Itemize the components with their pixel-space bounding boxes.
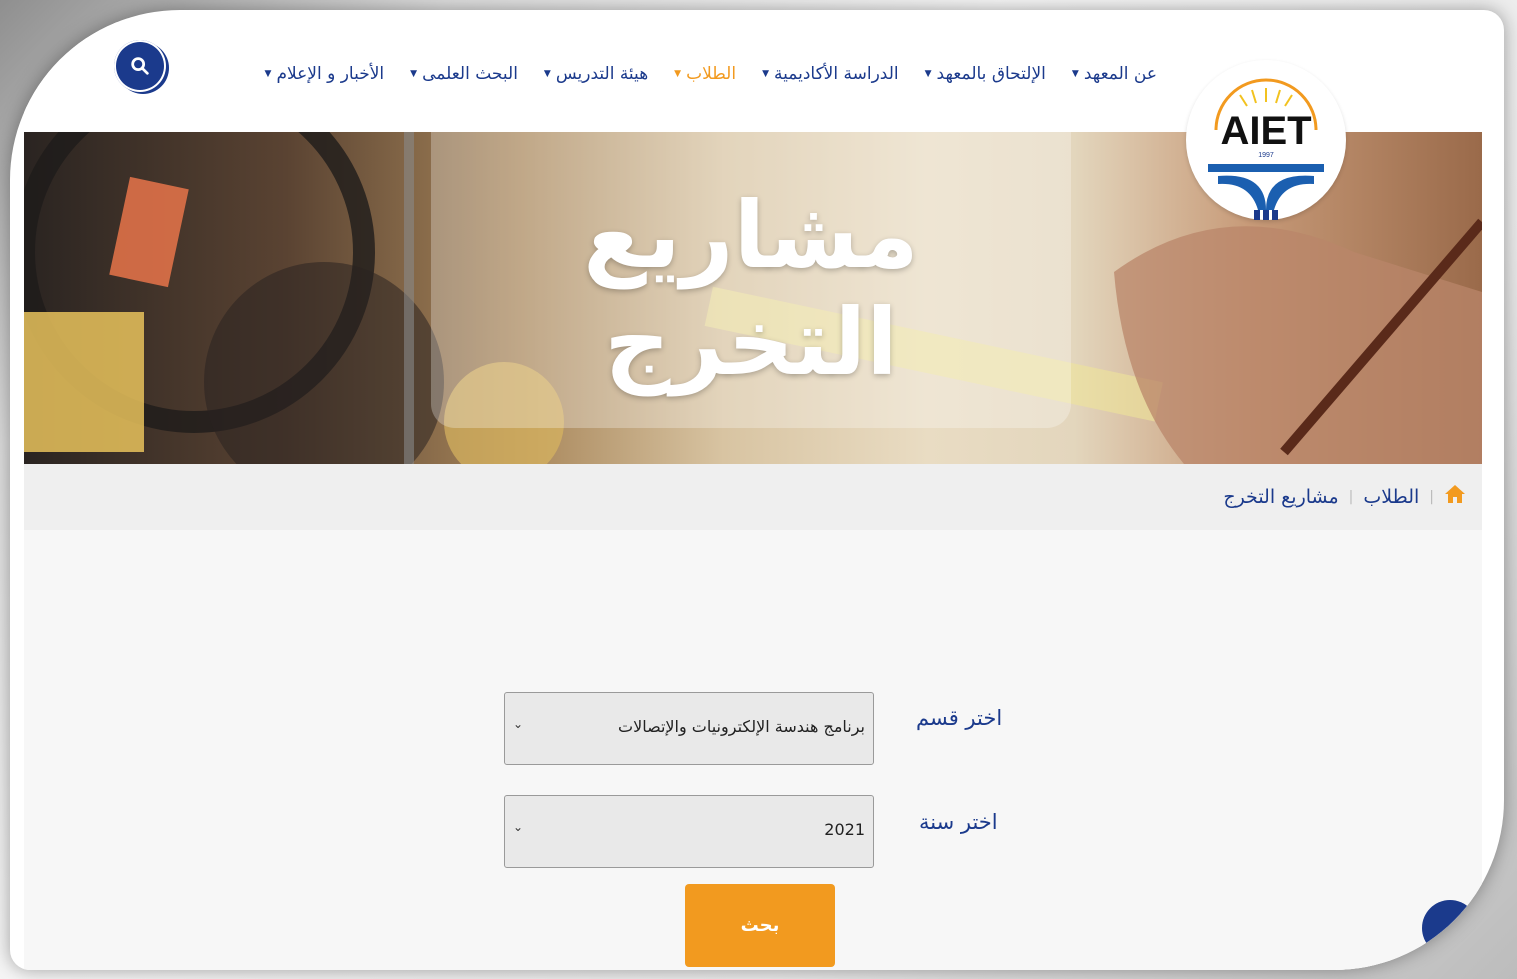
search-form-area: اختر قسم برنامج هندسة الإلكترونيات والإت… [24, 530, 1482, 970]
nav-item-faculty[interactable]: هيئة التدريس ▼ [544, 64, 648, 84]
nav-item-academics[interactable]: الدراسة الأكاديمية ▼ [762, 64, 899, 84]
breadcrumb-separator: | [1429, 488, 1434, 505]
nav-label: الدراسة الأكاديمية [774, 64, 899, 84]
home-icon[interactable] [1444, 484, 1466, 509]
chevron-down-icon: ⌄ [513, 717, 524, 731]
nav-item-students[interactable]: الطلاب ▼ [674, 64, 736, 84]
scroll-to-top-button[interactable] [1422, 900, 1478, 956]
nav-label: الأخبار و الإعلام [276, 64, 385, 84]
nav-label: عن المعهد [1083, 64, 1157, 84]
breadcrumb-separator: | [1348, 488, 1354, 505]
breadcrumb-current: مشاريع التخرج [1223, 485, 1339, 508]
svg-text:AIET: AIET [1220, 109, 1311, 153]
department-select[interactable]: برنامج هندسة الإلكترونيات والإتصالات ⌄ [504, 692, 874, 765]
nav-item-admission[interactable]: الإلتحاق بالمعهد ▼ [925, 64, 1046, 84]
year-label: اختر سنة [919, 810, 998, 834]
aiet-logo: AIET 1997 [1208, 78, 1324, 232]
nav-item-news[interactable]: الأخبار و الإعلام ▼ [265, 64, 385, 84]
department-select-value: برنامج هندسة الإلكترونيات والإتصالات [618, 717, 865, 736]
caret-down-icon: ▼ [543, 69, 551, 79]
caret-down-icon: ▼ [1071, 69, 1079, 79]
search-button[interactable] [114, 40, 166, 92]
main-nav: عن المعهد ▼ الإلتحاق بالمعهد ▼ الدراسة الأ… [239, 64, 1157, 84]
chevron-down-icon: ⌄ [513, 820, 524, 834]
year-select-value: 2021 [824, 820, 865, 839]
caret-down-icon: ▼ [762, 69, 770, 79]
caret-down-icon: ▼ [674, 69, 682, 79]
page: عن المعهد ▼ الإلتحاق بالمعهد ▼ الدراسة الأ… [24, 22, 1482, 970]
breadcrumb-inner: | الطلاب | مشاريع التخرج [1223, 484, 1466, 509]
svg-text:1997: 1997 [1258, 152, 1274, 159]
breadcrumb: | الطلاب | مشاريع التخرج [24, 464, 1482, 530]
search-icon [131, 57, 149, 75]
browser-frame: عن المعهد ▼ الإلتحاق بالمعهد ▼ الدراسة الأ… [10, 10, 1504, 970]
nav-label: الطلاب [686, 64, 737, 84]
nav-label: الإلتحاق بالمعهد [936, 64, 1046, 84]
nav-item-research[interactable]: البحث العلمى ▼ [410, 64, 518, 84]
department-label: اختر قسم [916, 706, 1003, 730]
site-logo[interactable]: AIET 1997 [1186, 60, 1346, 232]
nav-item-about[interactable]: عن المعهد ▼ [1072, 64, 1157, 84]
page-title: مشاريع التخرج [583, 182, 919, 396]
caret-down-icon: ▼ [924, 69, 932, 79]
year-select[interactable]: 2021 ⌄ [504, 795, 874, 868]
caret-down-icon: ▼ [410, 69, 418, 79]
nav-label: هيئة التدريس [555, 64, 649, 84]
search-submit-button[interactable]: بحث [685, 884, 835, 967]
breadcrumb-students-link[interactable]: الطلاب [1363, 486, 1419, 508]
caret-down-icon: ▼ [264, 69, 272, 79]
nav-label: البحث العلمى [422, 64, 518, 84]
